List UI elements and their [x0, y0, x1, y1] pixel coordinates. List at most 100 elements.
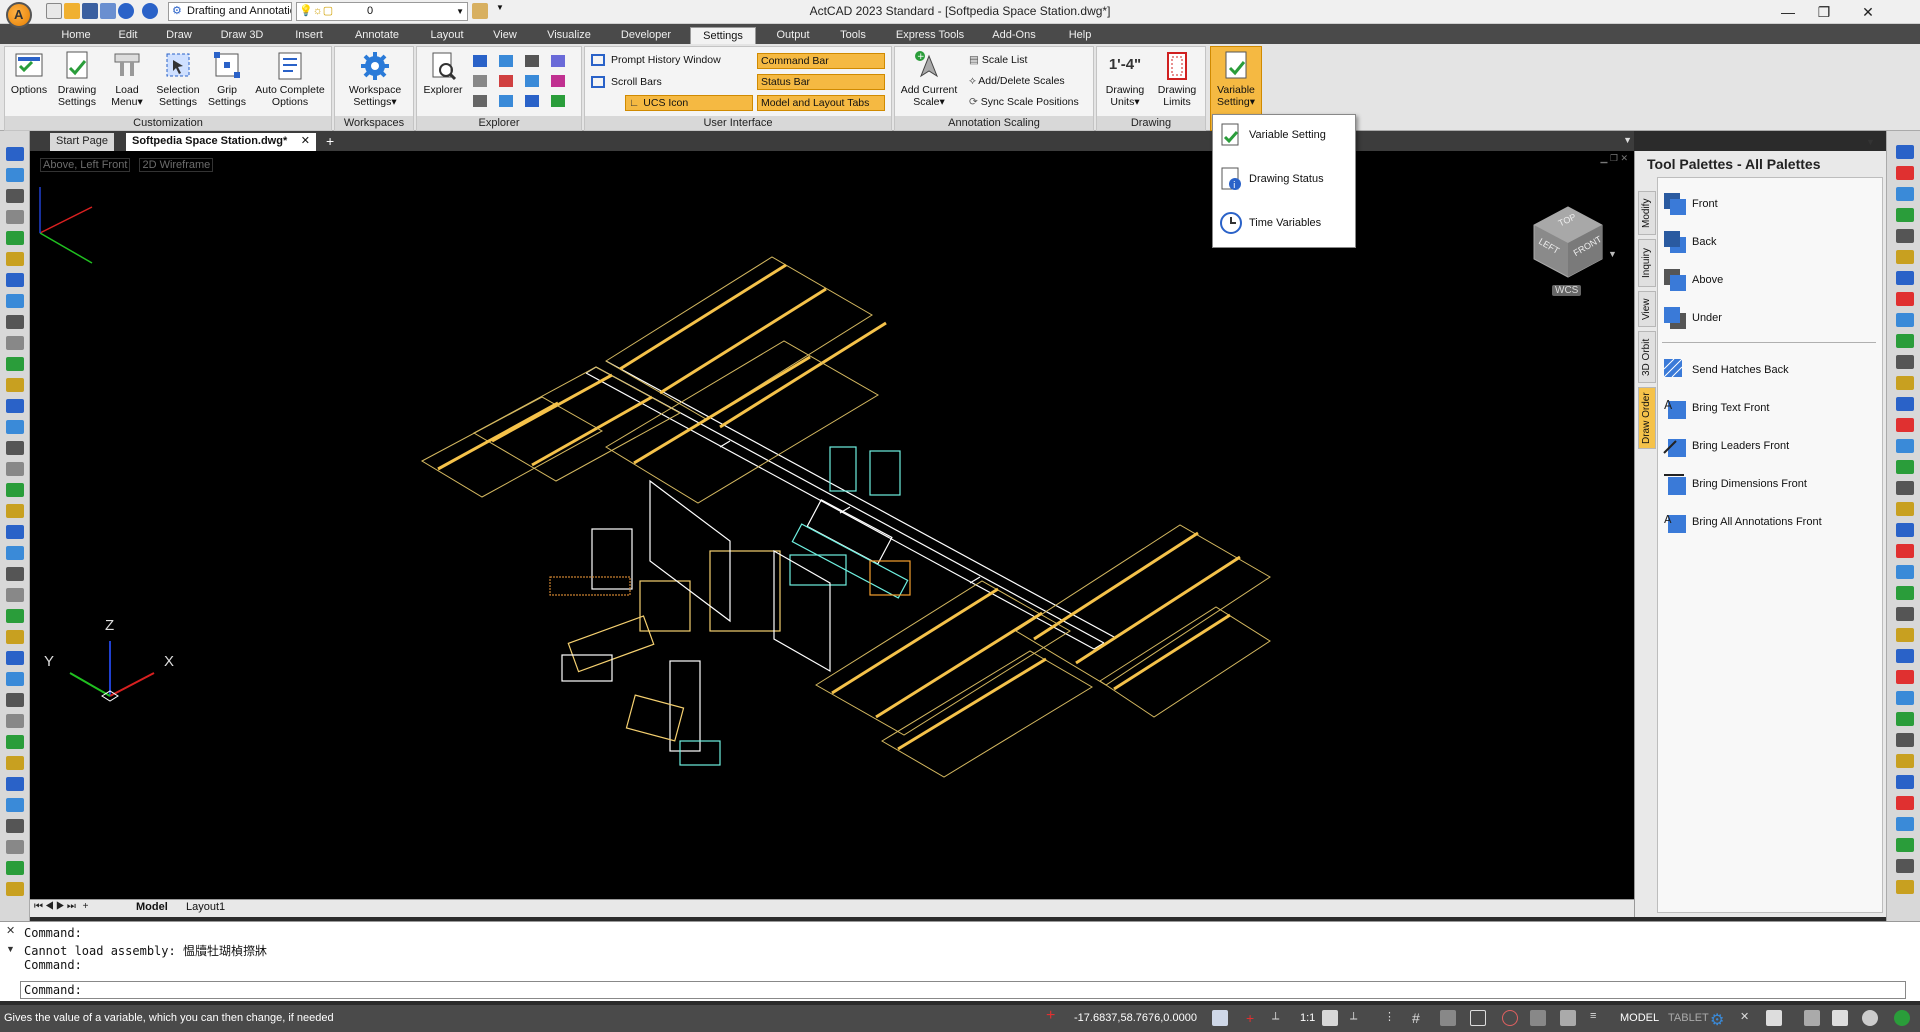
options-button[interactable]: Options: [9, 50, 49, 96]
layer-match-icon[interactable]: [472, 3, 488, 19]
tab-draw[interactable]: Draw: [162, 27, 196, 44]
scale-list-button[interactable]: ▤ Scale List: [969, 53, 1027, 67]
left-tool-icon[interactable]: [6, 735, 24, 749]
left-tool-icon[interactable]: [6, 336, 24, 350]
left-tool-icon[interactable]: [6, 483, 24, 497]
right-tool-icon[interactable]: [1896, 628, 1914, 642]
left-tool-icon[interactable]: [6, 357, 24, 371]
right-tool-icon[interactable]: [1896, 817, 1914, 831]
tab-home[interactable]: Home: [56, 27, 96, 44]
right-tool-icon[interactable]: [1896, 187, 1914, 201]
right-tool-icon[interactable]: [1896, 313, 1914, 327]
viewcube[interactable]: TOP LEFT FRONT: [1528, 201, 1608, 281]
right-tool-icon[interactable]: [1896, 733, 1914, 747]
drawing-settings-button[interactable]: Drawing Settings: [53, 50, 101, 108]
side-tab-draw-order[interactable]: Draw Order: [1638, 387, 1656, 449]
right-tool-icon[interactable]: [1896, 859, 1914, 873]
tab-insert[interactable]: Insert: [290, 27, 328, 44]
tab-add-ons[interactable]: Add-Ons: [988, 27, 1040, 44]
left-tool-icon[interactable]: [6, 609, 24, 623]
tab-express-tools[interactable]: Express Tools: [892, 27, 968, 44]
grip-settings-button[interactable]: Grip Settings: [207, 50, 247, 108]
left-tool-icon[interactable]: [6, 168, 24, 182]
right-tool-icon[interactable]: [1896, 607, 1914, 621]
dynamic-ucs-icon[interactable]: [1470, 1010, 1486, 1026]
left-tool-icon[interactable]: [6, 861, 24, 875]
left-tool-icon[interactable]: [6, 672, 24, 686]
right-tool-icon[interactable]: [1896, 796, 1914, 810]
right-tool-icon[interactable]: [1896, 544, 1914, 558]
left-tool-icon[interactable]: [6, 882, 24, 896]
left-tool-icon[interactable]: [6, 315, 24, 329]
osnap-icon[interactable]: ⋮: [1384, 1010, 1400, 1026]
workspace-tools-icon[interactable]: ✕: [1740, 1010, 1756, 1026]
tab-start-page[interactable]: Start Page: [50, 133, 114, 151]
left-tool-icon[interactable]: [6, 693, 24, 707]
side-tab-3d-orbit[interactable]: 3D Orbit: [1638, 331, 1656, 383]
tab-tools[interactable]: Tools: [836, 27, 870, 44]
left-tool-icon[interactable]: [6, 777, 24, 791]
left-tool-icon[interactable]: [6, 630, 24, 644]
workspace-settings-button[interactable]: Workspace Settings▾: [341, 50, 409, 108]
right-tool-icon[interactable]: [1896, 460, 1914, 474]
workspace-select[interactable]: ⚙ Drafting and Annotation: [168, 2, 292, 21]
command-bar-toggle[interactable]: Command Bar: [757, 53, 885, 69]
side-tab-modify[interactable]: Modify: [1638, 191, 1656, 235]
drawing-units-button[interactable]: 1'-4" Drawing Units▾: [1101, 50, 1149, 108]
clean-screen-icon[interactable]: [1804, 1010, 1820, 1026]
left-tool-icon[interactable]: [6, 399, 24, 413]
tab-output[interactable]: Output: [770, 27, 816, 44]
status-ok-icon[interactable]: [1894, 1010, 1910, 1026]
right-tool-icon[interactable]: [1896, 355, 1914, 369]
left-tool-icon[interactable]: [6, 840, 24, 854]
annotation-visibility-icon[interactable]: [1322, 1010, 1338, 1026]
left-tool-icon[interactable]: [6, 147, 24, 161]
variable-setting-button[interactable]: Variable Setting▾: [1213, 50, 1259, 108]
ortho-icon[interactable]: +: [1246, 1010, 1262, 1026]
scroll-bars-toggle[interactable]: Scroll Bars: [591, 75, 662, 89]
model-layout-tabs-toggle[interactable]: Model and Layout Tabs: [757, 95, 885, 111]
left-tool-icon[interactable]: [6, 273, 24, 287]
ucs-icon-toggle[interactable]: ∟ UCS Icon: [625, 95, 753, 111]
left-tool-icon[interactable]: [6, 525, 24, 539]
tracking-icon[interactable]: ≡: [1590, 1010, 1606, 1026]
layout-nav-arrows[interactable]: ⏮◀▶⏭ +: [34, 901, 90, 912]
lock-ui-icon[interactable]: [1766, 1010, 1782, 1026]
right-tool-icon[interactable]: [1896, 397, 1914, 411]
left-tool-icon[interactable]: [6, 462, 24, 476]
grid-icon[interactable]: #: [1412, 1010, 1428, 1026]
tab-model[interactable]: Model: [136, 901, 168, 913]
quick-props-icon[interactable]: [1502, 1010, 1518, 1026]
right-tool-icon[interactable]: [1896, 271, 1914, 285]
minimize-button[interactable]: —: [1770, 2, 1806, 22]
settings-gear-icon[interactable]: ⚙: [1710, 1010, 1726, 1029]
tab-edit[interactable]: Edit: [112, 27, 144, 44]
right-tool-icon[interactable]: [1896, 670, 1914, 684]
left-tool-icon[interactable]: [6, 546, 24, 560]
explorer-button[interactable]: Explorer: [421, 50, 465, 96]
tab-developer[interactable]: Developer: [616, 27, 676, 44]
left-tool-icon[interactable]: [6, 798, 24, 812]
right-tool-icon[interactable]: [1896, 292, 1914, 306]
left-tool-icon[interactable]: [6, 441, 24, 455]
right-tool-icon[interactable]: [1896, 334, 1914, 348]
lineweight-icon[interactable]: [1440, 1010, 1456, 1026]
right-tool-icon[interactable]: [1896, 712, 1914, 726]
open-icon[interactable]: [64, 3, 80, 19]
undo-icon[interactable]: [118, 3, 134, 19]
menu-item-variable-setting[interactable]: Variable Setting: [1219, 119, 1351, 151]
left-tool-icon[interactable]: [6, 378, 24, 392]
left-tool-icon[interactable]: [6, 420, 24, 434]
left-tool-icon[interactable]: [6, 588, 24, 602]
tablet-toggle[interactable]: TABLET: [1668, 1012, 1709, 1024]
menu-item-drawing-status[interactable]: i Drawing Status: [1219, 163, 1351, 195]
right-tool-icon[interactable]: [1896, 502, 1914, 516]
customize-qa-icon[interactable]: ▼: [496, 3, 506, 19]
right-tool-icon[interactable]: [1896, 565, 1914, 579]
left-tool-icon[interactable]: [6, 252, 24, 266]
drawing-limits-button[interactable]: Drawing Limits: [1153, 50, 1201, 108]
auto-scale-icon[interactable]: ⟂: [1350, 1010, 1366, 1026]
auto-complete-options-button[interactable]: Auto Complete Options: [251, 50, 329, 108]
wcs-button[interactable]: WCS: [1552, 285, 1582, 296]
status-bar-toggle[interactable]: Status Bar: [757, 74, 885, 90]
